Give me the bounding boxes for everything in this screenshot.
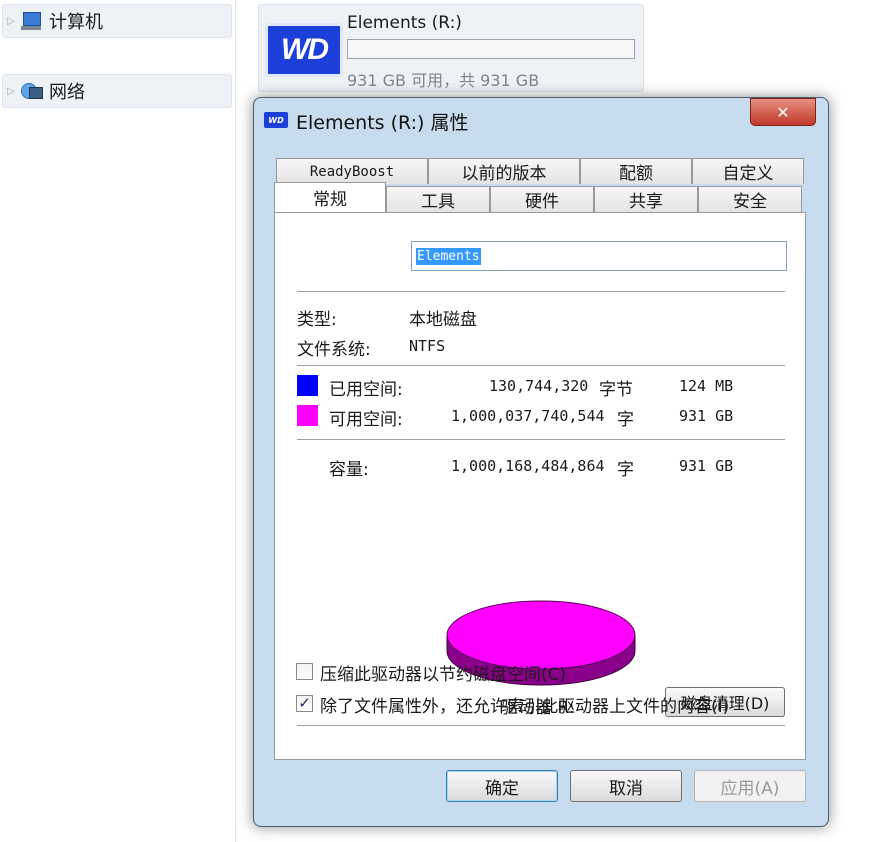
compress-drive-checkbox[interactable]	[296, 663, 313, 680]
nav-item-network-label: 网络	[49, 82, 85, 103]
navigation-pane: ▷ 计算机 ▷ 网络	[0, 0, 236, 842]
tab-security[interactable]: 安全	[698, 186, 802, 212]
drive-usage-bar	[347, 39, 635, 59]
dialog-title: Elements (R:) 属性	[296, 112, 469, 134]
used-space-size: 124 MB	[679, 377, 734, 395]
drive-free-space: 931 GB 可用，共 931 GB	[347, 71, 540, 90]
nav-item-network[interactable]: ▷ 网络	[2, 74, 232, 108]
filesystem-label: 文件系统:	[297, 340, 371, 360]
nav-item-computer-label: 计算机	[49, 12, 103, 33]
network-icon	[21, 81, 43, 101]
used-space-bytes: 130,744,320	[489, 377, 589, 395]
tab-hardware[interactable]: 硬件	[490, 186, 594, 212]
used-space-swatch	[297, 375, 318, 396]
used-space-label: 已用空间:	[329, 380, 403, 400]
free-space-size: 931 GB	[679, 407, 734, 425]
free-space-bytes: 1,000,037,740,544	[451, 407, 605, 425]
filesystem-value: NTFS	[409, 337, 446, 355]
tab-readyboost[interactable]: ReadyBoost	[276, 158, 428, 184]
capacity-size: 931 GB	[679, 457, 734, 475]
tab-quota[interactable]: 配额	[580, 158, 692, 184]
index-contents-checkbox[interactable]: ✓	[296, 695, 313, 712]
tab-previous-versions[interactable]: 以前的版本	[428, 158, 580, 184]
pie-slice-可用空间	[446, 600, 636, 670]
type-value: 本地磁盘	[409, 310, 477, 330]
separator	[297, 439, 785, 441]
volume-name-input[interactable]: Elements	[411, 241, 787, 271]
ok-button[interactable]: 确定	[446, 770, 558, 802]
drive-tile[interactable]: WD Elements (R:) 931 GB 可用，共 931 GB	[258, 4, 644, 92]
separator	[297, 365, 785, 367]
expand-arrow-icon[interactable]: ▷	[7, 16, 17, 27]
tab-sharing[interactable]: 共享	[594, 186, 698, 212]
nav-item-computer[interactable]: ▷ 计算机	[2, 4, 232, 38]
capacity-unit: 字	[617, 460, 634, 480]
properties-dialog: WD Elements (R:) 属性 ✕ ReadyBoost 以前的版本 配…	[253, 97, 829, 827]
apply-button[interactable]: 应用(A)	[694, 770, 806, 802]
used-space-unit: 字节	[599, 380, 633, 400]
separator	[297, 725, 785, 727]
cancel-button[interactable]: 取消	[570, 770, 682, 802]
separator	[297, 291, 785, 293]
free-space-unit: 字	[617, 410, 634, 430]
capacity-bytes: 1,000,168,484,864	[451, 457, 605, 475]
wd-title-icon: WD	[264, 112, 288, 128]
tab-tools[interactable]: 工具	[386, 186, 490, 212]
computer-icon	[21, 11, 43, 31]
wd-drive-icon: WD	[265, 23, 343, 77]
tab-customize[interactable]: 自定义	[692, 158, 804, 184]
compress-drive-label: 压缩此驱动器以节约磁盘空间(C)	[320, 665, 567, 685]
drive-name: Elements (R:)	[347, 13, 462, 33]
tab-general[interactable]: 常规	[274, 182, 386, 212]
capacity-label: 容量:	[329, 460, 369, 480]
index-contents-label: 除了文件属性外，还允许索引此驱动器上文件的内容(I)	[320, 697, 730, 717]
volume-name-text: Elements	[416, 247, 481, 265]
free-space-swatch	[297, 405, 318, 426]
close-button[interactable]: ✕	[750, 98, 816, 126]
type-label: 类型:	[297, 310, 337, 330]
free-space-label: 可用空间:	[329, 410, 403, 430]
expand-arrow-icon[interactable]: ▷	[7, 86, 17, 97]
